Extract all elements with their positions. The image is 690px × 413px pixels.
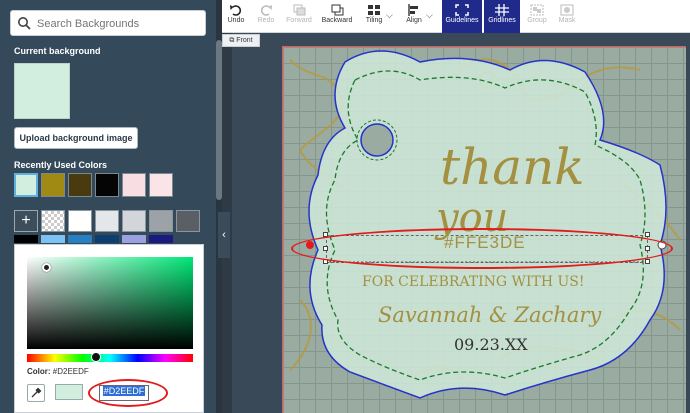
highlight-ellipse-text (291, 228, 673, 269)
card-text-celebrate[interactable]: FOR CELEBRATING WITH US! (362, 274, 585, 290)
handle-bottom-right[interactable] (645, 259, 650, 264)
card-artwork (289, 50, 681, 399)
card-text-thank[interactable]: thank (440, 138, 585, 196)
card-hole (360, 123, 394, 157)
card-text-names[interactable]: Savannah & Zachary (378, 303, 601, 327)
handle-top-right[interactable] (645, 232, 650, 237)
card-text-date[interactable]: 09.23.XX (454, 335, 528, 354)
